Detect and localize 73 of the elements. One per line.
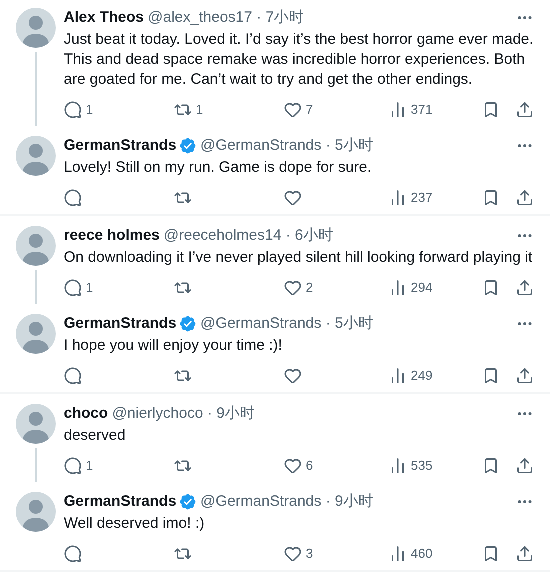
- like-button[interactable]: 7: [284, 100, 314, 120]
- share-button[interactable]: [516, 457, 534, 475]
- like-button[interactable]: [284, 188, 302, 208]
- like-button[interactable]: 3: [284, 544, 314, 564]
- bar-chart-icon: [389, 189, 407, 207]
- tweet-text: Just beat it today. Loved it. I’d say it’s the best horror game ever made. This and dead space remake was incredible horror experiences. Both are goated for me. Can’t wait to try and get the other endings.: [64, 30, 534, 90]
- avatar[interactable]: [16, 136, 56, 176]
- author-name[interactable]: choco: [64, 402, 108, 426]
- avatar[interactable]: [16, 314, 56, 354]
- avatar[interactable]: [16, 8, 56, 48]
- tweet-text: I hope you will enjoy your time :)!: [64, 336, 284, 356]
- bookmark-button[interactable]: [482, 367, 500, 385]
- bookmark-button[interactable]: [482, 279, 500, 297]
- reply-button[interactable]: 1: [64, 278, 94, 298]
- bar-chart-icon: [389, 457, 407, 475]
- author-name[interactable]: Alex Theos: [64, 6, 144, 30]
- tweet-text: Lovely! Still on my run. Game is dope for sure.: [64, 158, 373, 178]
- reply-button[interactable]: 1: [64, 100, 94, 120]
- bar-chart-icon: [389, 101, 407, 119]
- repost-button[interactable]: 1: [174, 100, 204, 120]
- heart-icon: [284, 189, 302, 207]
- views-button[interactable]: 371: [389, 100, 433, 120]
- bookmark-button[interactable]: [482, 101, 500, 119]
- share-button[interactable]: [516, 367, 534, 385]
- avatar[interactable]: [16, 404, 56, 444]
- bookmark-button[interactable]: [482, 457, 500, 475]
- like-button[interactable]: [284, 366, 302, 386]
- avatar[interactable]: [16, 226, 56, 266]
- heart-icon: [284, 457, 302, 475]
- bar-chart-icon: [389, 367, 407, 385]
- handle-and-time: @reeceholmes14 · 6小时: [164, 226, 334, 246]
- tweet-text: On downloading it I’ve never played silent hill looking forward playing it: [64, 248, 534, 268]
- comment-icon: [64, 189, 82, 207]
- comment-icon: [64, 545, 82, 563]
- reply-button[interactable]: [64, 544, 82, 564]
- comment-icon: [64, 367, 82, 385]
- views-button[interactable]: 294: [389, 278, 433, 298]
- bookmark-button[interactable]: [482, 545, 500, 563]
- share-button[interactable]: [516, 189, 534, 207]
- bookmark-button[interactable]: [482, 189, 500, 207]
- heart-icon: [284, 101, 302, 119]
- tweet-text: Well deserved imo! :): [64, 514, 206, 534]
- handle-and-time: @nierlychoco · 9小时: [112, 404, 255, 424]
- author-name[interactable]: reece holmes: [64, 224, 160, 248]
- share-button[interactable]: [516, 279, 534, 297]
- reply-button[interactable]: 1: [64, 456, 94, 476]
- author-name[interactable]: GermanStrands: [64, 312, 177, 336]
- views-button[interactable]: 249: [389, 366, 433, 386]
- tweet-text: deserved: [64, 426, 127, 446]
- share-button[interactable]: [516, 545, 534, 563]
- author-name[interactable]: GermanStrands: [64, 134, 177, 158]
- handle-and-time: @GermanStrands · 9小时: [200, 492, 374, 512]
- author-name[interactable]: GermanStrands: [64, 490, 177, 514]
- share-button[interactable]: [516, 101, 534, 119]
- bar-chart-icon: [389, 545, 407, 563]
- views-button[interactable]: 535: [389, 456, 433, 476]
- handle-and-time: @GermanStrands · 5小时: [200, 314, 374, 334]
- reply-button[interactable]: [64, 188, 82, 208]
- avatar[interactable]: [16, 492, 56, 532]
- handle-and-time: @alex_theos17 · 7小时: [148, 8, 304, 28]
- heart-icon: [284, 279, 302, 297]
- views-button[interactable]: 237: [389, 188, 433, 208]
- heart-icon: [284, 367, 302, 385]
- comment-icon: [64, 101, 82, 119]
- bar-chart-icon: [389, 279, 407, 297]
- like-button[interactable]: 2: [284, 278, 314, 298]
- reply-button[interactable]: [64, 366, 82, 386]
- handle-and-time: @GermanStrands · 5小时: [200, 136, 374, 156]
- comment-icon: [64, 457, 82, 475]
- comment-icon: [64, 279, 82, 297]
- like-button[interactable]: 6: [284, 456, 314, 476]
- heart-icon: [284, 545, 302, 563]
- views-button[interactable]: 460: [389, 544, 433, 564]
